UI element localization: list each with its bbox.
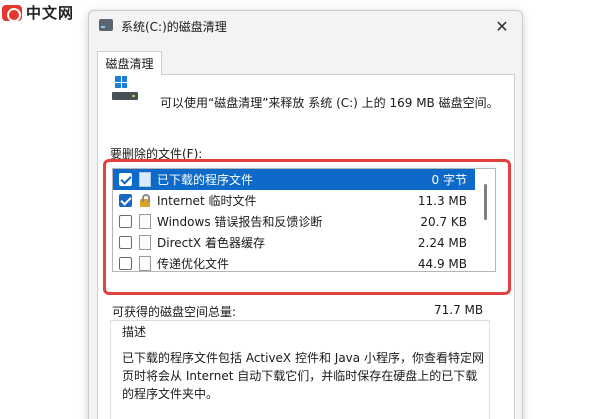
files-list[interactable]: 已下载的程序文件 0 字节 Internet 临时文件 11.3 MB Windows … (112, 168, 496, 272)
file-icon (139, 214, 151, 229)
file-icon (139, 256, 151, 271)
lock-icon (139, 193, 151, 208)
description-text: 已下载的程序文件包括 ActiveX 控件和 Java 小程序，你查看特定网页时… (122, 351, 484, 401)
list-item[interactable]: Internet 临时文件 11.3 MB (113, 190, 475, 211)
list-item[interactable]: DirectX 着色器缓存 2.24 MB (113, 232, 475, 253)
folder-file-icon (139, 172, 151, 187)
title-bar[interactable]: 系统(C:)的磁盘清理 ✕ (89, 11, 522, 41)
watermark-logo-icon (2, 4, 22, 22)
window-title: 系统(C:)的磁盘清理 (121, 20, 227, 34)
description-label: 描述 (120, 323, 149, 340)
list-item[interactable]: 传递优化文件 44.9 MB (113, 253, 475, 271)
tab-disk-cleanup[interactable]: 磁盘清理 (97, 51, 162, 75)
list-item[interactable]: 已下载的程序文件 0 字节 (113, 169, 475, 190)
file-checkbox[interactable] (119, 194, 132, 207)
file-size: 20.7 KB (420, 214, 467, 229)
file-name: DirectX 着色器缓存 (157, 236, 265, 250)
disk-cleanup-app-icon (99, 19, 113, 31)
close-button[interactable]: ✕ (490, 15, 514, 37)
file-name: 传递优化文件 (157, 257, 230, 271)
drive-icon (110, 76, 140, 112)
total-space-label: 可获得的磁盘空间总量: (112, 305, 237, 319)
file-checkbox[interactable] (119, 215, 132, 228)
file-size: 44.9 MB (417, 256, 467, 271)
file-size: 11.3 MB (417, 193, 467, 208)
file-icon (139, 235, 151, 250)
file-name: Internet 临时文件 (157, 194, 257, 208)
file-checkbox[interactable] (119, 173, 132, 186)
file-checkbox[interactable] (119, 236, 132, 249)
intro-text: 可以使用“磁盘清理”来释放 系统 (C:) 上的 169 MB 磁盘空间。 (160, 96, 499, 110)
list-scrollbar-thumb[interactable] (484, 184, 487, 220)
total-space-value: 71.7 MB (434, 303, 484, 317)
file-size: 0 字节 (431, 173, 467, 187)
file-name: 已下载的程序文件 (157, 173, 254, 187)
list-item[interactable]: Windows 错误报告和反馈诊断 20.7 KB (113, 211, 475, 232)
watermark: 中文网 (2, 2, 74, 23)
file-checkbox[interactable] (119, 257, 132, 270)
file-size: 2.24 MB (417, 235, 467, 250)
watermark-text: 中文网 (26, 4, 75, 22)
file-name: Windows 错误报告和反馈诊断 (157, 215, 323, 229)
